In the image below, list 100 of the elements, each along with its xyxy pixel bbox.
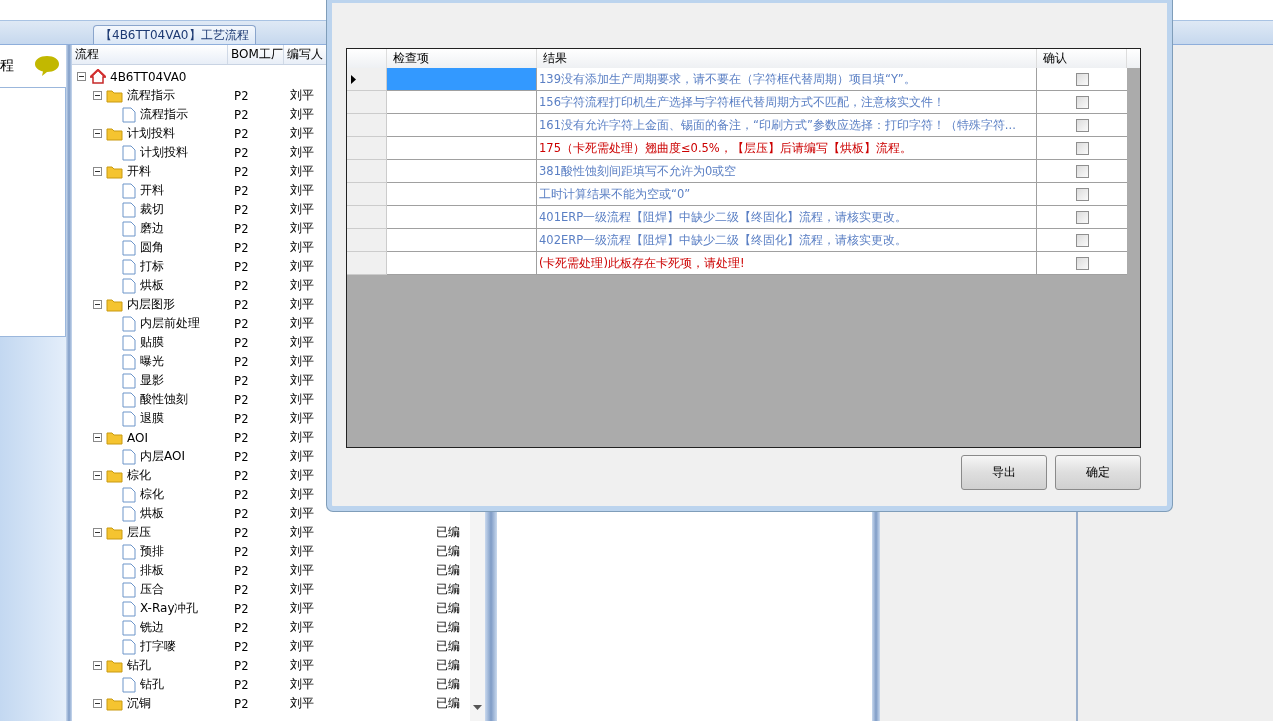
table-cell-text: P2	[233, 658, 250, 673]
tree-item[interactable]: 层压	[127, 524, 151, 541]
tree-item[interactable]: 棕化	[127, 467, 151, 484]
checkbox[interactable]	[1075, 233, 1089, 247]
table-cell-text: 刘平	[289, 277, 315, 294]
collapse-icon[interactable]	[93, 91, 102, 100]
tree-item[interactable]: 压合	[140, 581, 164, 598]
table-cell-text: 刘平	[289, 87, 315, 104]
tree-item[interactable]: 流程指示	[127, 87, 175, 104]
scroll-down-icon[interactable]	[473, 705, 482, 711]
collapse-icon[interactable]	[93, 528, 102, 537]
tree-item[interactable]: 裁切	[140, 201, 164, 218]
table-cell-text: 已编	[435, 600, 461, 617]
tree-item[interactable]: 内层AOI	[140, 448, 185, 465]
document-icon	[122, 581, 136, 598]
table-cell-text: P2	[233, 392, 250, 407]
checkbox[interactable]	[1075, 72, 1089, 86]
table-cell-text: P2	[233, 696, 250, 711]
tree-item[interactable]: 计划投料	[127, 125, 175, 142]
table-cell-text: P2	[233, 240, 250, 255]
table-cell[interactable]	[387, 68, 537, 91]
checkbox[interactable]	[1075, 141, 1089, 155]
tree-item[interactable]: 打字嘜	[140, 638, 176, 655]
tree-item[interactable]: 贴膜	[140, 334, 164, 351]
tree-item[interactable]: 计划投料	[140, 144, 188, 161]
table-cell-text: P2	[233, 544, 250, 559]
table-cell[interactable]	[387, 91, 537, 114]
column-header[interactable]: 流程	[72, 45, 228, 64]
table-cell: 175（卡死需处理）翘曲度≤0.5%，【层压】后请编写【烘板】流程。	[537, 137, 1037, 160]
tree-item[interactable]: 流程指示	[140, 106, 188, 123]
table-cell[interactable]	[387, 114, 537, 137]
folder-icon	[106, 430, 123, 445]
tree-item[interactable]: 开料	[140, 182, 164, 199]
collapse-icon[interactable]	[93, 167, 102, 176]
checkbox[interactable]	[1075, 164, 1089, 178]
checkbox[interactable]	[1075, 95, 1089, 109]
collapse-icon[interactable]	[93, 699, 102, 708]
table-cell-text: P2	[233, 487, 250, 502]
checkbox[interactable]	[1075, 256, 1089, 270]
tree-item[interactable]: 打标	[140, 258, 164, 275]
collapse-icon[interactable]	[93, 471, 102, 480]
tree-item[interactable]: 沉铜	[127, 695, 151, 712]
table-cell-text: P2	[233, 525, 250, 540]
tree-item[interactable]: 烘板	[140, 505, 164, 522]
tree-item[interactable]: 内层图形	[127, 296, 175, 313]
collapse-icon[interactable]	[77, 72, 86, 81]
collapse-icon[interactable]	[93, 661, 102, 670]
tree-item[interactable]: 钻孔	[140, 676, 164, 693]
tree-item[interactable]: 显影	[140, 372, 164, 389]
tree-item[interactable]: X-Ray冲孔	[140, 600, 199, 617]
table-cell-text: 刘平	[289, 353, 315, 370]
table-cell-text: 刘平	[289, 391, 315, 408]
collapse-icon[interactable]	[93, 433, 102, 442]
tree-item[interactable]: 开料	[127, 163, 151, 180]
tree-item[interactable]: 退膜	[140, 410, 164, 427]
tree-item[interactable]: 酸性蚀刻	[140, 391, 188, 408]
tree-item[interactable]: 棕化	[140, 486, 164, 503]
table-cell-text: 刘平	[289, 315, 315, 332]
table-cell[interactable]	[387, 183, 537, 206]
row-header[interactable]	[347, 68, 387, 91]
dialog-button[interactable]: 确定	[1055, 455, 1141, 490]
tree-item[interactable]: 排板	[140, 562, 164, 579]
table-cell-text: 刘平	[289, 220, 315, 237]
tree-item[interactable]: 钻孔	[127, 657, 151, 674]
tree-item[interactable]: 曝光	[140, 353, 164, 370]
table-cell[interactable]	[387, 137, 537, 160]
table-cell[interactable]	[387, 252, 537, 275]
tree-item[interactable]: 圆角	[140, 239, 164, 256]
table-cell[interactable]	[387, 229, 537, 252]
tree-item[interactable]: 内层前处理	[140, 315, 200, 332]
document-tab[interactable]: 【4B6TT04VA0】工艺流程	[93, 25, 256, 44]
document-icon	[122, 353, 136, 370]
document-icon	[122, 182, 136, 199]
table-cell-text: P2	[233, 164, 250, 179]
tree-item[interactable]: 预排	[140, 543, 164, 560]
collapse-icon[interactable]	[93, 300, 102, 309]
table-cell-text: P2	[233, 430, 250, 445]
table-cell[interactable]	[387, 206, 537, 229]
table-cell-text: P2	[233, 506, 250, 521]
table-cell-text: P2	[233, 468, 250, 483]
collapse-icon[interactable]	[93, 129, 102, 138]
checkbox[interactable]	[1075, 187, 1089, 201]
table-cell-text: 刘平	[289, 562, 315, 579]
table-cell-text: 已编	[435, 581, 461, 598]
table-cell-text: 刘平	[289, 201, 315, 218]
document-icon	[122, 676, 136, 693]
speech-bubble-icon	[34, 55, 60, 77]
column-header[interactable]: BOM工厂	[228, 45, 284, 64]
table-cell[interactable]	[387, 160, 537, 183]
tree-item[interactable]: 4B6TT04VA0	[110, 69, 187, 84]
table-cell-text: P2	[233, 582, 250, 597]
tree-item[interactable]: 烘板	[140, 277, 164, 294]
checkbox[interactable]	[1075, 118, 1089, 132]
tree-item[interactable]: AOI	[127, 430, 148, 445]
checkbox[interactable]	[1075, 210, 1089, 224]
tree-item[interactable]: 铣边	[140, 619, 164, 636]
folder-icon	[106, 297, 123, 312]
dialog-button[interactable]: 导出	[961, 455, 1047, 490]
table-cell-text: P2	[233, 202, 250, 217]
tree-item[interactable]: 磨边	[140, 220, 164, 237]
